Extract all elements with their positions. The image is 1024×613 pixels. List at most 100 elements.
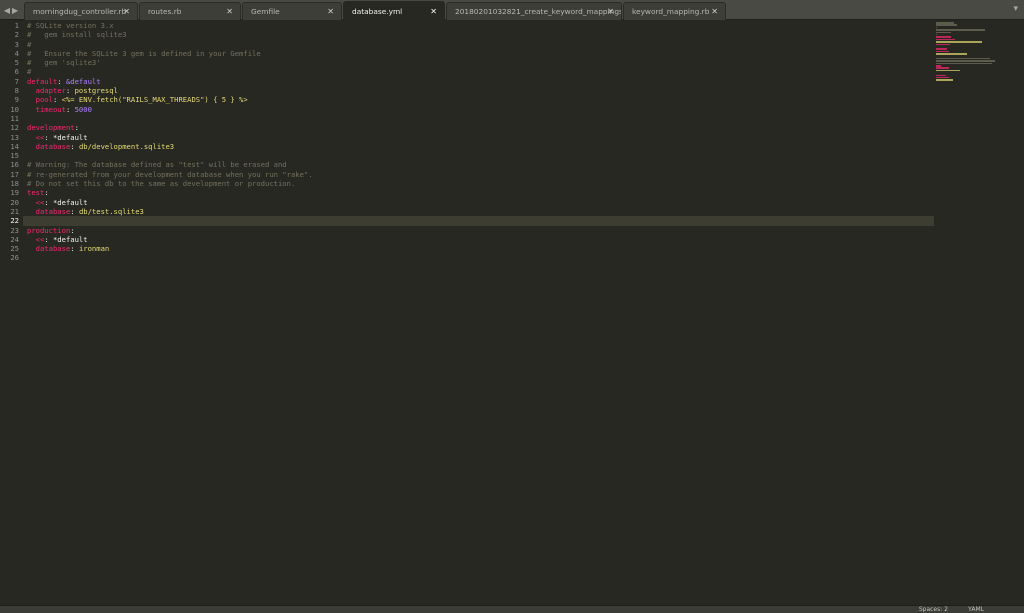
minimap-line bbox=[936, 36, 952, 38]
code-token: : bbox=[44, 197, 53, 207]
code-token: # bbox=[27, 39, 32, 49]
minimap-line bbox=[936, 76, 949, 79]
code-line[interactable]: # Do not set this db to the same as deve… bbox=[27, 179, 934, 188]
minimap-line bbox=[936, 48, 947, 50]
code-line[interactable]: # bbox=[27, 40, 934, 49]
code-token: : bbox=[65, 86, 75, 96]
code-line[interactable] bbox=[23, 216, 934, 226]
code-line[interactable]: <<: *default bbox=[27, 235, 934, 244]
code-line[interactable]: # Ensure the SQLite 3 gem is defined in … bbox=[27, 49, 934, 58]
line-number: 25 bbox=[10, 244, 19, 254]
code-token: &default bbox=[65, 76, 101, 86]
tab-forward-icon[interactable]: ▶ bbox=[12, 6, 18, 15]
code-line[interactable]: # SQLite version 3.x bbox=[27, 21, 934, 30]
code-token: # gem 'sqlite3' bbox=[27, 58, 101, 68]
line-number: 5 bbox=[14, 58, 19, 68]
tabs-overflow-icon[interactable]: ▾ bbox=[1013, 4, 1018, 14]
code-token: : bbox=[57, 76, 66, 86]
line-number: 11 bbox=[10, 113, 19, 123]
code-area[interactable]: # SQLite version 3.x # gem install sqlite… bbox=[23, 21, 934, 263]
code-token: : bbox=[74, 123, 79, 133]
minimap-line bbox=[936, 43, 950, 46]
minimap-line bbox=[936, 33, 937, 36]
tab-create-keyword-mappings[interactable]: 20180201032821_create_keyword_mappings.r… bbox=[446, 2, 622, 20]
code-line[interactable]: timeout: 5000 bbox=[27, 105, 934, 114]
minimap-line bbox=[936, 53, 967, 55]
tab-close-icon[interactable]: ✕ bbox=[327, 7, 334, 16]
code-line[interactable]: database: db/test.sqlite3 bbox=[27, 207, 934, 216]
line-number: 16 bbox=[10, 160, 19, 170]
tab-close-icon[interactable]: ✕ bbox=[711, 7, 718, 16]
tab-close-icon[interactable]: ✕ bbox=[607, 7, 614, 16]
code-token: development bbox=[27, 123, 75, 133]
minimap-line bbox=[936, 41, 982, 43]
tab-morningdug-controller[interactable]: morningdug_controller.rb ✕ bbox=[24, 2, 138, 20]
line-number: 14 bbox=[10, 141, 19, 151]
tab-close-icon[interactable]: ✕ bbox=[430, 7, 437, 16]
code-line[interactable]: <<: *default bbox=[27, 198, 934, 207]
code-token: db/development.sqlite3 bbox=[78, 141, 175, 151]
line-number-gutter: 1 2 3 4 5 6 7 8 9 10 11 12 13 14 15 16 17 18 19 20 21 22 23 24 2… bbox=[0, 21, 22, 263]
line-number: 19 bbox=[10, 188, 19, 198]
code-line[interactable]: development: bbox=[27, 123, 934, 132]
tab-back-icon[interactable]: ◀ bbox=[4, 6, 10, 15]
code-line[interactable]: # gem 'sqlite3' bbox=[27, 58, 934, 67]
tab-close-icon[interactable]: ✕ bbox=[123, 7, 130, 16]
code-token: *default bbox=[52, 132, 88, 142]
tab-keyword-mapping[interactable]: keyword_mapping.rb ✕ bbox=[623, 2, 726, 20]
code-token: *default bbox=[52, 234, 88, 244]
code-token: database bbox=[27, 244, 71, 254]
minimap-line bbox=[936, 26, 937, 29]
minimap-line bbox=[936, 31, 952, 34]
code-token: # gem install sqlite3 bbox=[27, 30, 127, 40]
code-token: adapter bbox=[27, 86, 66, 96]
minimap-line bbox=[936, 38, 955, 41]
code-line[interactable]: # bbox=[27, 67, 934, 76]
code-token: : bbox=[44, 234, 53, 244]
code-token: # SQLite version 3.x bbox=[27, 21, 114, 30]
code-editor[interactable]: 1 2 3 4 5 6 7 8 9 10 11 12 13 14 15 16 17 18 19 20 21 22 23 24 2… bbox=[0, 20, 1024, 605]
tab-label: keyword_mapping.rb bbox=[632, 7, 710, 16]
line-number: 10 bbox=[10, 104, 19, 114]
code-token: 5000 bbox=[74, 104, 92, 114]
code-token: production bbox=[27, 225, 71, 235]
minimap[interactable] bbox=[936, 22, 1016, 81]
code-line[interactable]: # Warning: The database defined as "test… bbox=[27, 160, 934, 169]
minimap-line bbox=[936, 60, 996, 62]
code-line[interactable]: <<: *default bbox=[27, 133, 934, 142]
code-token: : bbox=[65, 104, 75, 114]
code-line[interactable]: default: &default bbox=[27, 77, 934, 86]
code-line[interactable]: database: db/development.sqlite3 bbox=[27, 142, 934, 151]
code-line[interactable]: production: bbox=[27, 226, 934, 235]
minimap-line bbox=[936, 79, 954, 81]
code-line[interactable] bbox=[27, 151, 934, 160]
minimap-line bbox=[936, 67, 949, 69]
tab-routes[interactable]: routes.rb ✕ bbox=[139, 2, 241, 20]
code-token: # Warning: The database defined as "test… bbox=[27, 160, 287, 170]
tab-label: Gemfile bbox=[251, 7, 280, 16]
code-line[interactable]: test: bbox=[27, 188, 934, 197]
tab-gemfile[interactable]: Gemfile ✕ bbox=[242, 2, 342, 20]
code-token: # Do not set this db to the same as deve… bbox=[27, 179, 296, 189]
tab-database-yml[interactable]: database.yml ✕ bbox=[343, 1, 445, 21]
tab-close-icon[interactable]: ✕ bbox=[226, 7, 233, 16]
code-token: << bbox=[27, 234, 45, 244]
code-line[interactable] bbox=[27, 114, 934, 123]
code-token: *default bbox=[52, 197, 88, 207]
code-token: << bbox=[27, 197, 45, 207]
minimap-line bbox=[936, 50, 949, 53]
code-token: : bbox=[70, 141, 79, 151]
code-line[interactable]: database: ironman bbox=[27, 244, 934, 253]
code-line[interactable]: # gem install sqlite3 bbox=[27, 30, 934, 39]
code-line[interactable] bbox=[27, 253, 934, 262]
code-token: default bbox=[27, 76, 58, 86]
code-token: # bbox=[27, 67, 32, 77]
code-token: test bbox=[27, 188, 45, 198]
code-line[interactable]: # re-generated from your development dat… bbox=[27, 170, 934, 179]
minimap-line bbox=[936, 74, 946, 77]
code-line[interactable]: pool: <%= ENV.fetch("RAILS_MAX_THREADS")… bbox=[27, 95, 934, 104]
line-number: 13 bbox=[10, 132, 19, 142]
code-line[interactable]: adapter: postgresql bbox=[27, 86, 934, 95]
line-number: 17 bbox=[10, 169, 19, 179]
tab-label: routes.rb bbox=[148, 7, 182, 16]
